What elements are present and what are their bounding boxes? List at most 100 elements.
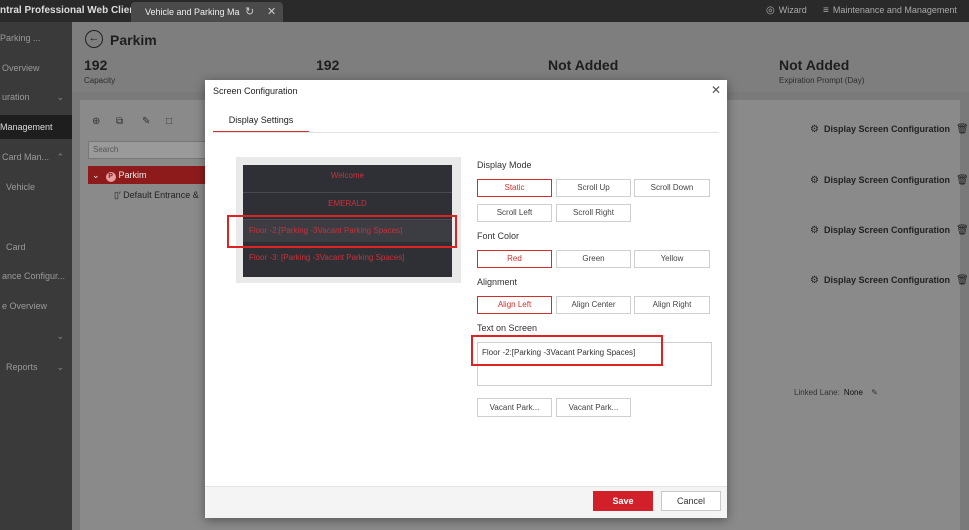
edit-icon[interactable]: ✎ [871, 388, 878, 397]
sidebar-item-label: Card [6, 242, 26, 252]
font-color-green-button[interactable]: Green [556, 250, 631, 268]
add-entrance-icon[interactable]: ⊕ [92, 116, 100, 127]
chevron-down-icon: ⌄ [56, 331, 64, 341]
top-bar: ntral Professional Web Client Vehicle an… [0, 0, 969, 22]
wizard-link[interactable]: ◎ Wizard [766, 0, 807, 22]
stat-expiration-label: Expiration Prompt (Day) [779, 76, 865, 85]
stat-capacity-value: 192 [84, 57, 108, 73]
stat-value-4: Not Added [779, 57, 850, 73]
sidebar-item-label: ance Configur... [2, 271, 66, 281]
sidebar-item-collapsed-group[interactable]: ⌄ [0, 324, 72, 348]
preview-line-4[interactable]: Floor -3: [Parking -3Vacant Parking Spac… [243, 247, 452, 269]
gear-icon: ⚙ [810, 175, 819, 186]
add-lane-icon[interactable]: ⧉ [116, 116, 123, 127]
display-screen-config-link[interactable]: ⚙ Display Screen Configuration [810, 275, 950, 286]
insert-vacant-parking-button[interactable]: Vacant Park... [477, 398, 552, 417]
sidebar-item-label: Overview [2, 63, 40, 73]
gear-icon: ⚙ [810, 124, 819, 135]
display-mode-label: Display Mode [477, 160, 532, 170]
align-center-button[interactable]: Align Center [556, 296, 631, 314]
app-title: ntral Professional Web Client [0, 5, 139, 16]
tree-node-entrance[interactable]: ▯′ Default Entrance & [114, 190, 199, 201]
trash-icon[interactable]: 🗑︎ [956, 275, 969, 286]
sidebar-item-card[interactable]: Card [0, 235, 72, 259]
font-color-label: Font Color [477, 231, 520, 241]
sidebar-item-configuration[interactable]: uration ⌄ [0, 85, 72, 109]
preview-line-1[interactable]: Welcome [243, 165, 452, 187]
alignment-label: Alignment [477, 277, 518, 287]
cancel-button[interactable]: Cancel [661, 491, 721, 511]
chevron-down-icon: ⌄ [56, 92, 64, 102]
sidebar-item-management[interactable]: Management [0, 115, 72, 139]
display-mode-scroll-down-button[interactable]: Scroll Down [634, 179, 710, 197]
dialog-title: Screen Configuration [213, 86, 298, 96]
chevron-down-icon: ⌄ [92, 170, 100, 180]
edit-icon[interactable]: ✎ [142, 116, 150, 127]
refresh-icon[interactable]: ↻ [245, 2, 254, 22]
sidebar-item-label: Vehicle [6, 182, 36, 192]
highlight-selected-line [227, 215, 457, 248]
row-action-label: Display Screen Configuration [823, 175, 950, 185]
page-title: Parkim [110, 32, 157, 48]
maintenance-link[interactable]: ≡ Maintenance and Management [823, 0, 957, 22]
trash-icon[interactable]: 🗑︎ [956, 175, 969, 186]
stat-value-2: 192 [316, 57, 340, 73]
row-action-label: Display Screen Configuration [823, 275, 950, 285]
search-input[interactable]: Search [88, 141, 206, 159]
chevron-down-icon: ⌄ [56, 362, 64, 372]
parking-icon: P [105, 172, 116, 182]
display-mode-scroll-left-button[interactable]: Scroll Left [477, 204, 552, 222]
tab-display-settings[interactable]: Display Settings [213, 115, 309, 133]
sidebar-item-parking[interactable]: Parking ... [0, 26, 72, 50]
sidebar-item-label: uration [2, 92, 30, 102]
row-action-label: Display Screen Configuration [823, 225, 950, 235]
tree-node-label: Default Entrance & [123, 190, 199, 200]
insert-vacant-parking-button-2[interactable]: Vacant Park... [556, 398, 631, 417]
display-mode-scroll-right-button[interactable]: Scroll Right [556, 204, 631, 222]
sidebar-item-label: Card Man... [2, 152, 50, 162]
back-arrow-icon[interactable]: ← [85, 30, 103, 48]
browser-tab-label: Vehicle and Parking Ma [145, 7, 240, 17]
font-color-yellow-button[interactable]: Yellow [634, 250, 710, 268]
screen-configuration-dialog: Screen Configuration ✕ Display Settings … [205, 80, 727, 518]
row-action-label: Display Screen Configuration [823, 124, 950, 134]
align-left-button[interactable]: Align Left [477, 296, 552, 314]
tree-node-parking-lot[interactable]: ⌄ P Parkim [88, 166, 206, 184]
preview-line-2[interactable]: EMERALD [243, 193, 452, 215]
entrance-icon: ▯′ [114, 190, 121, 200]
display-screen-config-link[interactable]: ⚙ Display Screen Configuration [810, 124, 950, 135]
sidebar-item-vehicle[interactable]: Vehicle [0, 175, 72, 199]
linked-lane-label: Linked Lane: [794, 388, 840, 397]
display-mode-scroll-up-button[interactable]: Scroll Up [556, 179, 631, 197]
text-on-screen-label: Text on Screen [477, 323, 538, 333]
sidebar-item-overview[interactable]: Overview [0, 56, 72, 80]
display-screen-config-link[interactable]: ⚙ Display Screen Configuration [810, 175, 950, 186]
align-right-button[interactable]: Align Right [634, 296, 710, 314]
tab-divider [213, 132, 719, 133]
sidebar-item-lane-overview[interactable]: e Overview [0, 294, 72, 318]
close-icon[interactable]: ✕ [711, 83, 721, 97]
save-button[interactable]: Save [593, 491, 653, 511]
sidebar-item-reports[interactable]: Reports ⌄ [0, 355, 72, 379]
preview-separator [243, 192, 452, 193]
trash-icon[interactable]: 🗑︎ [956, 225, 969, 236]
compass-icon: ◎ [766, 5, 775, 16]
display-screen-config-link[interactable]: ⚙ Display Screen Configuration [810, 225, 950, 236]
trash-icon[interactable]: 🗑︎ [956, 124, 969, 135]
close-icon[interactable]: ✕ [267, 2, 276, 22]
maintenance-label: Maintenance and Management [832, 5, 957, 15]
browser-tab-vehicle-parking[interactable]: Vehicle and Parking Ma ↻ ✕ [131, 2, 283, 22]
sidebar-item-label: e Overview [2, 301, 48, 311]
sidebar-item-label: Management [0, 122, 53, 132]
wizard-label: Wizard [778, 5, 807, 15]
stat-capacity-label: Capacity [84, 76, 116, 85]
tree-node-label: Parkim [118, 170, 147, 180]
sidebar-item-card-management[interactable]: Card Man... ⌃ [0, 145, 72, 169]
display-mode-static-button[interactable]: Static [477, 179, 552, 197]
gear-icon: ⚙ [810, 275, 819, 286]
delete-icon[interactable]: □ [166, 116, 172, 127]
font-color-red-button[interactable]: Red [477, 250, 552, 268]
sidebar-item-entrance-configuration[interactable]: ance Configur... [0, 264, 72, 288]
gear-icon: ⚙ [810, 225, 819, 236]
chevron-up-icon: ⌃ [56, 152, 64, 162]
